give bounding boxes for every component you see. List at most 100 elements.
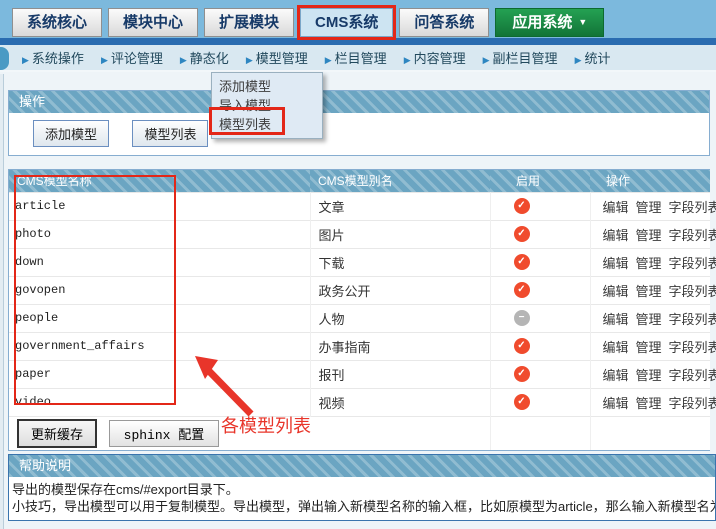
help-panel: 帮助说明 导出的模型保存在cms/#export目录下。 小技巧，导出模型可以用…	[8, 454, 716, 521]
status-enabled-icon[interactable]: ✓	[513, 366, 530, 383]
subnav-label: 栏目管理	[334, 51, 387, 66]
action-field-list[interactable]: 字段列表	[669, 228, 716, 243]
subnav-label: 评论管理	[110, 51, 163, 66]
arrow-right-icon: ▶	[403, 55, 411, 65]
action-manage[interactable]: 管理	[636, 256, 662, 271]
help-line: 小技巧，导出模型可以用于复制模型。导出模型，弹出输入新模型名称的输入框，比如原模…	[12, 499, 715, 514]
model-alias: 政务公开	[310, 275, 491, 304]
model-alias: 文章	[310, 191, 491, 220]
action-edit[interactable]: 编辑	[603, 284, 629, 299]
action-manage[interactable]: 管理	[636, 396, 662, 411]
sphinx-config-button[interactable]: sphinx 配置	[108, 419, 220, 447]
model-name: government_affairs	[9, 331, 311, 360]
subnav-item-content-mgmt[interactable]: ▶ 内容管理	[404, 48, 466, 67]
menu-item-model-list[interactable]: 模型列表	[212, 115, 322, 134]
table-row: government_affairs 办事指南 ✓ 编辑 管理 字段列表	[9, 331, 716, 360]
table-row: video 视频 ✓ 编辑 管理 字段列表	[9, 387, 716, 416]
menu-item-import-model[interactable]: 导入模型	[212, 96, 322, 115]
action-field-list[interactable]: 字段列表	[669, 396, 716, 411]
model-alias: 视频	[310, 387, 491, 416]
table-row: paper 报刊 ✓ 编辑 管理 字段列表	[9, 359, 716, 388]
tab-qa-system[interactable]: 问答系统	[399, 8, 490, 37]
operation-panel-title: 操作	[9, 91, 709, 113]
status-enabled-icon[interactable]: ✓	[513, 198, 530, 215]
admin-page: 系统核心 模块中心 扩展模块 CMS系统 问答系统 应用系统 ▼ ▶ 系统操作 ▶ 评…	[0, 0, 716, 529]
arrow-right-icon: ▶	[482, 55, 490, 65]
action-edit[interactable]: 编辑	[603, 368, 629, 383]
action-field-list[interactable]: 字段列表	[669, 284, 716, 299]
action-manage[interactable]: 管理	[636, 368, 662, 383]
action-edit[interactable]: 编辑	[603, 396, 629, 411]
model-name: people	[9, 303, 311, 332]
model-name: govopen	[9, 275, 311, 304]
arrow-right-icon: ▶	[324, 55, 332, 65]
model-list-button[interactable]: 模型列表	[132, 120, 209, 147]
tab-app-system-label: 应用系统	[512, 14, 573, 31]
help-panel-title: 帮助说明	[9, 455, 715, 477]
status-enabled-icon[interactable]: ✓	[513, 338, 530, 355]
subnav-item-subcategory-mgmt[interactable]: ▶ 副栏目管理	[483, 48, 558, 67]
subnav-item-comment-mgmt[interactable]: ▶ 评论管理	[101, 48, 163, 67]
action-edit[interactable]: 编辑	[603, 256, 629, 271]
action-edit[interactable]: 编辑	[603, 340, 629, 355]
action-field-list[interactable]: 字段列表	[669, 340, 716, 355]
action-manage[interactable]: 管理	[636, 340, 662, 355]
chevron-down-icon: ▼	[578, 17, 588, 27]
help-line: 导出的模型保存在cms/#export目录下。	[12, 482, 239, 497]
tab-module-center[interactable]: 模块中心	[108, 8, 199, 37]
action-edit[interactable]: 编辑	[603, 312, 629, 327]
model-name: photo	[9, 219, 311, 248]
subnav-item-static[interactable]: ▶ 静态化	[180, 48, 229, 67]
sub-nav: ▶ 系统操作 ▶ 评论管理 ▶ 静态化 ▶ 模型管理 ▶ 栏目管理 ▶ 内容管理 ▶ 副栏目管…	[0, 45, 716, 72]
subnav-label: 副栏目管理	[492, 51, 558, 66]
status-enabled-icon[interactable]: ✓	[513, 282, 530, 299]
tab-cms-system[interactable]: CMS系统	[300, 8, 394, 37]
table-footer-row: 更新缓存 sphinx 配置	[9, 415, 710, 450]
status-disabled-icon[interactable]: −	[513, 310, 530, 327]
arrow-right-icon: ▶	[22, 55, 29, 65]
table-row: people 人物 − 编辑 管理 字段列表	[9, 303, 716, 332]
action-edit[interactable]: 编辑	[603, 200, 629, 215]
table-header-row: CMS模型名称 CMS模型别名 启用 操作	[9, 170, 710, 192]
model-alias: 人物	[310, 303, 491, 332]
table-row: photo 图片 ✓ 编辑 管理 字段列表	[9, 219, 716, 248]
arrow-right-icon: ▶	[179, 55, 187, 65]
subnav-item-model-mgmt[interactable]: ▶ 模型管理	[246, 48, 308, 67]
action-manage[interactable]: 管理	[636, 284, 662, 299]
tab-extension-modules[interactable]: 扩展模块	[204, 8, 295, 37]
top-nav: 系统核心 模块中心 扩展模块 CMS系统 问答系统 应用系统 ▼	[0, 0, 716, 38]
subnav-label: 内容管理	[413, 51, 466, 66]
action-manage[interactable]: 管理	[636, 200, 662, 215]
add-model-button[interactable]: 添加模型	[33, 120, 110, 147]
status-enabled-icon[interactable]: ✓	[513, 226, 530, 243]
subnav-label: 系统操作	[31, 51, 84, 66]
action-field-list[interactable]: 字段列表	[669, 368, 716, 383]
status-enabled-icon[interactable]: ✓	[513, 254, 530, 271]
menu-item-add-model[interactable]: 添加模型	[212, 77, 322, 96]
action-field-list[interactable]: 字段列表	[669, 200, 716, 215]
annotation-label: 各模型列表	[221, 416, 311, 436]
subnav-item-statistics[interactable]: ▶ 统计	[575, 48, 611, 67]
subnav-item-system-ops[interactable]: ▶ 系统操作	[22, 48, 84, 67]
col-header-enabled: 启用	[490, 170, 590, 192]
subnav-label: 模型管理	[255, 51, 308, 66]
col-header-actions: 操作	[590, 170, 710, 192]
action-field-list[interactable]: 字段列表	[669, 256, 716, 271]
operation-panel: 操作 添加模型 模型列表	[8, 90, 710, 156]
subnav-label: 统计	[584, 51, 611, 66]
col-header-model-alias: CMS模型别名	[310, 170, 490, 192]
action-manage[interactable]: 管理	[636, 312, 662, 327]
divider-bar	[0, 38, 716, 45]
arrow-right-icon: ▶	[245, 55, 253, 65]
tab-system-core[interactable]: 系统核心	[12, 8, 103, 37]
action-field-list[interactable]: 字段列表	[669, 312, 716, 327]
subnav-item-category-mgmt[interactable]: ▶ 栏目管理	[325, 48, 387, 67]
model-name: article	[9, 191, 311, 220]
model-name: paper	[9, 359, 311, 388]
action-edit[interactable]: 编辑	[603, 228, 629, 243]
table-row: article 文章 ✓ 编辑 管理 字段列表	[9, 191, 716, 220]
update-cache-button[interactable]: 更新缓存	[17, 418, 98, 448]
tab-app-system[interactable]: 应用系统 ▼	[495, 8, 605, 37]
status-enabled-icon[interactable]: ✓	[513, 394, 530, 411]
action-manage[interactable]: 管理	[636, 228, 662, 243]
